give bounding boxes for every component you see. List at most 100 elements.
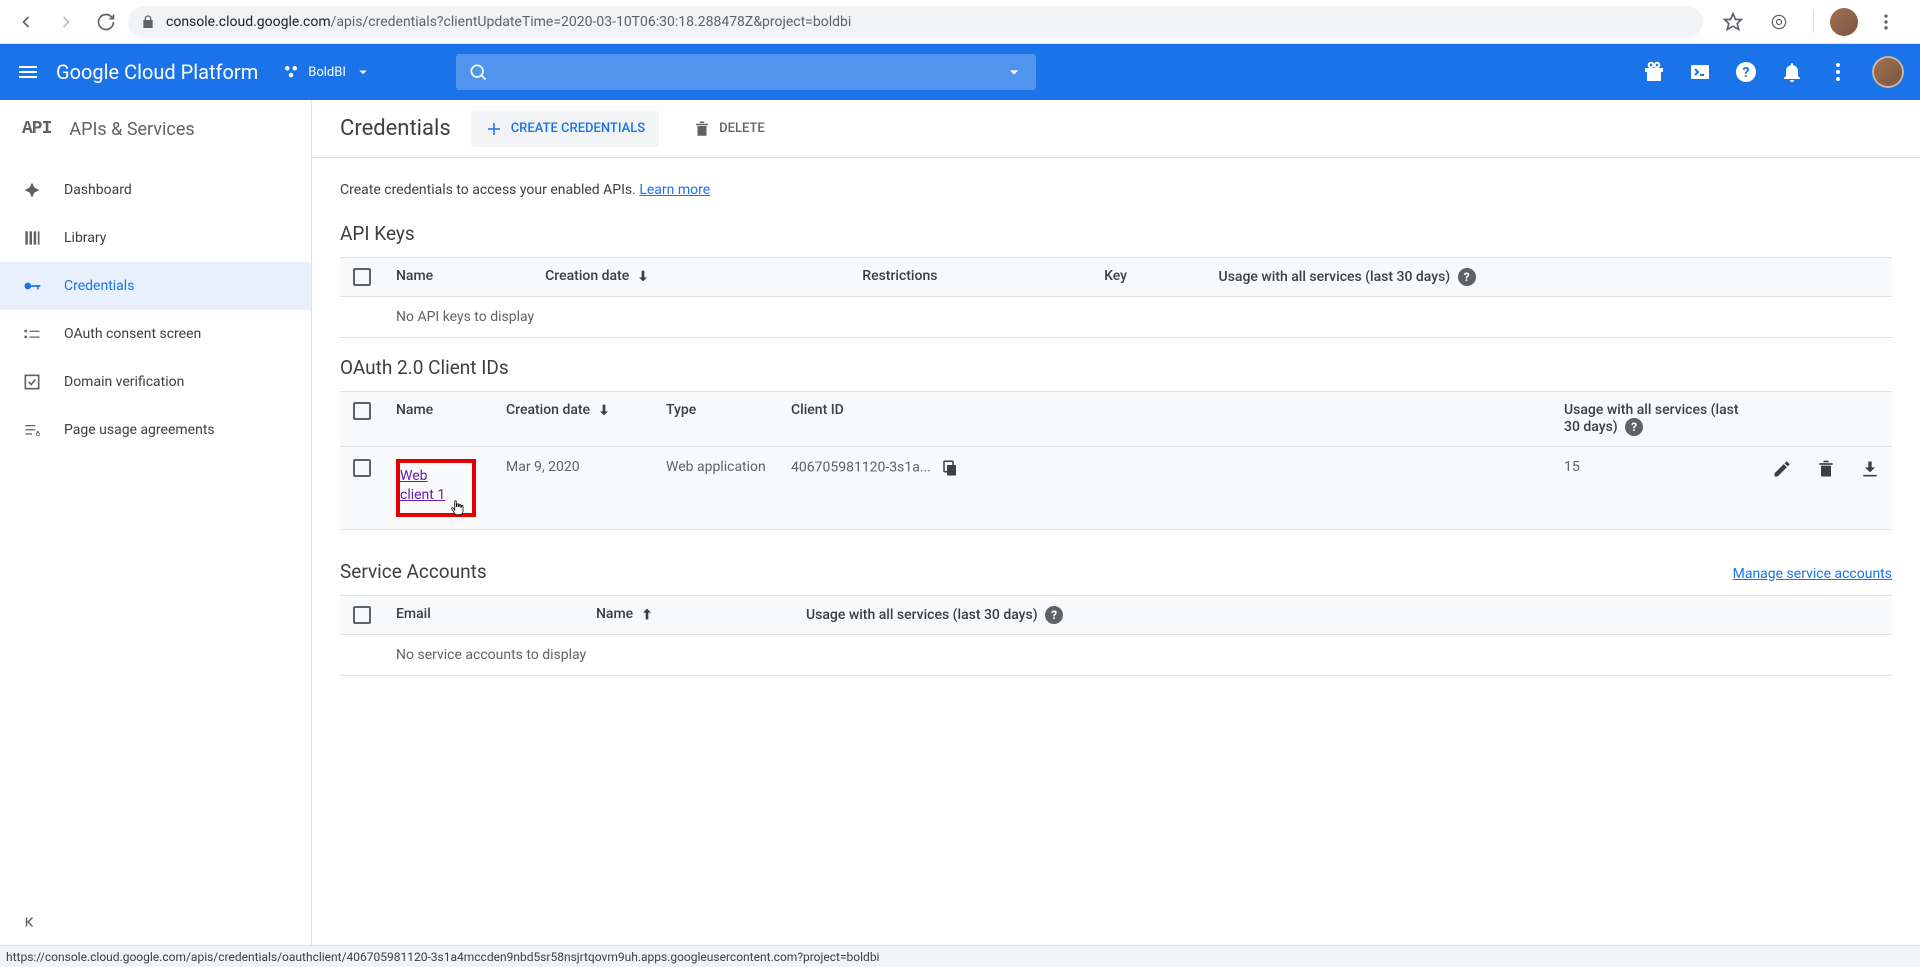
address-bar[interactable]: console.cloud.google.com/apis/credential… [128,6,1703,38]
intro-text: Create credentials to access your enable… [340,182,1892,198]
cell-usage: 15 [1552,447,1752,530]
sidebar-item-label: OAuth consent screen [64,326,201,342]
gift-icon[interactable] [1642,60,1666,84]
reload-button[interactable] [88,4,124,40]
cloud-shell-icon[interactable] [1688,60,1712,84]
status-link-text: https://console.cloud.google.com/apis/cr… [6,950,879,964]
sidebar-item-dashboard[interactable]: Dashboard [0,166,311,214]
search-icon [468,62,488,82]
edit-icon[interactable] [1772,459,1792,479]
url-text: console.cloud.google.com/apis/credential… [166,14,851,30]
sidebar-item-label: Library [64,230,106,246]
account-avatar[interactable] [1872,56,1904,88]
help-icon[interactable]: ? [1458,268,1476,286]
consent-icon [22,324,42,344]
col-name[interactable]: Name [384,392,494,447]
sidebar: API APIs & Services Dashboard Library Cr… [0,100,312,945]
cell-creation: Mar 9, 2020 [494,447,654,530]
help-icon[interactable]: ? [1625,418,1643,436]
oauth-title: OAuth 2.0 Client IDs [340,356,1892,379]
more-icon[interactable] [1826,60,1850,84]
collapse-sidebar-icon[interactable] [22,913,40,935]
col-type[interactable]: Type [654,392,779,447]
notifications-icon[interactable] [1780,60,1804,84]
create-credentials-button[interactable]: CREATE CREDENTIALS [471,111,659,147]
delete-label: DELETE [719,121,765,136]
sidebar-item-page-usage[interactable]: Page usage agreements [0,406,311,454]
api-keys-empty: No API keys to display [384,297,1892,338]
sidebar-item-domain-verification[interactable]: Domain verification [0,358,311,406]
create-credentials-label: CREATE CREDENTIALS [511,121,645,136]
sidebar-title: APIs & Services [69,119,194,140]
main-content: Credentials CREATE CREDENTIALS DELETE Cr… [312,100,1920,945]
oauth-section: OAuth 2.0 Client IDs Name Creation date … [340,356,1892,530]
col-creation[interactable]: Creation date [533,258,850,297]
hamburger-menu[interactable] [16,60,40,84]
sidebar-header[interactable]: API APIs & Services [0,100,311,158]
star-icon[interactable] [1715,4,1751,40]
learn-more-link[interactable]: Learn more [639,182,710,198]
back-button[interactable] [8,4,44,40]
select-all-checkbox[interactable] [353,606,371,624]
oauth-client-link[interactable]: Web client 1 [400,468,445,503]
check-icon [22,372,42,392]
plus-icon [485,120,503,138]
delete-button[interactable]: DELETE [679,111,779,147]
manage-service-accounts-link[interactable]: Manage service accounts [1733,566,1892,582]
col-usage[interactable]: Usage with all services (last 30 days) ? [794,595,1892,634]
sidebar-item-library[interactable]: Library [0,214,311,262]
cursor-icon [448,497,466,519]
service-accounts-table: Email Name Usage with all services (last… [340,595,1892,676]
project-icon [282,63,300,81]
col-clientid[interactable]: Client ID [779,392,1552,447]
lock-icon [140,14,156,30]
page-title: Credentials [340,116,451,141]
chrome-menu-icon[interactable] [1868,4,1904,40]
oauth-table: Name Creation date Type Client ID Usage … [340,391,1892,530]
oauth-row: Web client 1 Mar 9, 2020 Web application… [340,447,1892,530]
api-keys-table: Name Creation date Restrictions Key Usag… [340,257,1892,338]
api-logo-icon: API [22,119,51,139]
copy-icon[interactable] [941,459,959,477]
api-keys-section: API Keys Name Creation date Restrictions… [340,222,1892,338]
help-icon[interactable]: ? [1734,60,1758,84]
project-name: BoldBI [308,65,346,80]
download-icon[interactable] [1860,459,1880,479]
col-restrictions[interactable]: Restrictions [850,258,1092,297]
gcp-header: Google Cloud Platform BoldBI ? [0,44,1920,100]
select-all-checkbox[interactable] [353,402,371,420]
sidebar-item-label: Page usage agreements [64,422,215,438]
col-name[interactable]: Name [584,595,794,634]
col-usage[interactable]: Usage with all services (last 30 days) ? [1207,258,1892,297]
status-bar: https://console.cloud.google.com/apis/cr… [0,945,1920,967]
trash-icon[interactable] [1816,459,1836,479]
key-icon [22,276,42,296]
col-name[interactable]: Name [384,258,533,297]
forward-button[interactable] [48,4,84,40]
col-creation[interactable]: Creation date [494,392,654,447]
page-header: Credentials CREATE CREDENTIALS DELETE [312,100,1920,158]
browser-toolbar: console.cloud.google.com/apis/credential… [0,0,1920,44]
row-checkbox[interactable] [353,459,371,477]
platform-title[interactable]: Google Cloud Platform [56,60,258,84]
highlight-box: Web client 1 [396,459,476,517]
arrow-up-icon [639,606,655,622]
select-all-checkbox[interactable] [353,268,371,286]
col-email[interactable]: Email [384,595,584,634]
search-box[interactable] [456,54,1036,90]
project-selector[interactable]: BoldBI [274,54,380,90]
col-key[interactable]: Key [1092,258,1206,297]
dashboard-icon [22,180,42,200]
arrow-down-icon [596,402,612,418]
col-usage[interactable]: Usage with all services (last 30 days) ? [1552,392,1752,447]
chrome-profile-avatar[interactable] [1830,8,1858,36]
extension-icon[interactable] [1761,4,1797,40]
help-icon[interactable]: ? [1045,606,1063,624]
intro-body: Create credentials to access your enable… [340,182,639,198]
service-accounts-section: Service Accounts Manage service accounts… [340,542,1892,676]
chevron-down-icon [354,63,372,81]
chevron-down-icon [1004,62,1024,82]
sidebar-item-oauth-consent[interactable]: OAuth consent screen [0,310,311,358]
sidebar-item-credentials[interactable]: Credentials [0,262,311,310]
api-keys-title: API Keys [340,222,1892,245]
